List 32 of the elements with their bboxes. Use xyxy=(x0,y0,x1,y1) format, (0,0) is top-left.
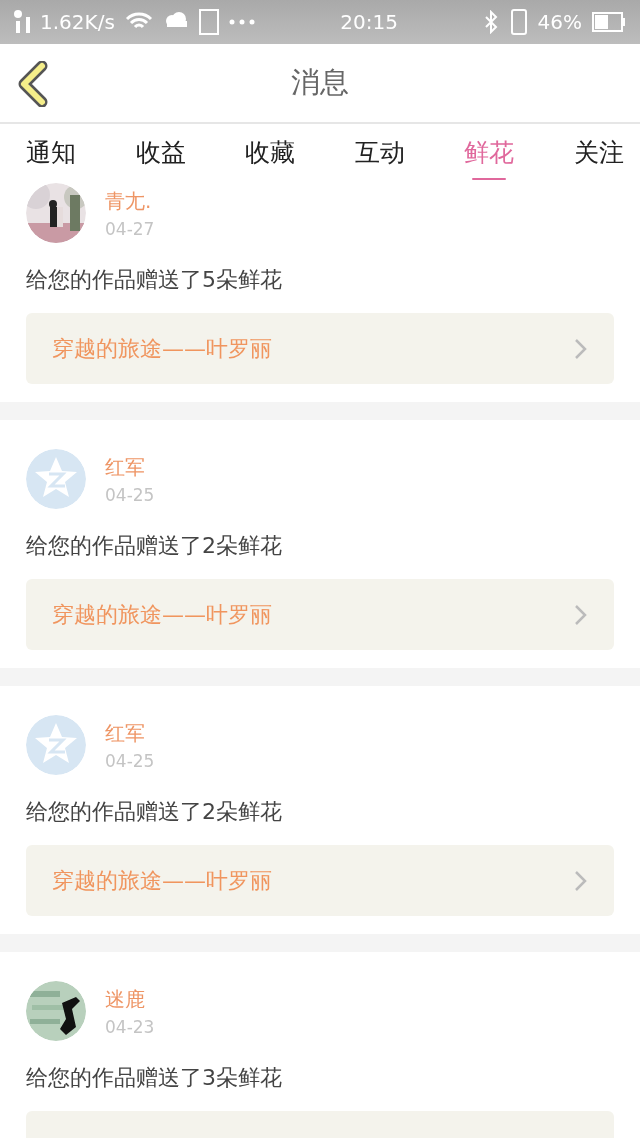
user-name: 迷鹿 xyxy=(105,985,146,1013)
battery-percent: 46% xyxy=(537,10,582,34)
tab[interactable]: 收益 xyxy=(129,124,192,180)
document-icon xyxy=(198,9,219,35)
back-button[interactable] xyxy=(16,61,50,107)
battery-icon xyxy=(592,12,626,32)
page-title: 消息 xyxy=(291,64,349,101)
tab[interactable]: 关注 xyxy=(567,124,630,180)
date: 04-25 xyxy=(105,750,155,771)
tab[interactable]: 通知 xyxy=(20,124,82,180)
user-name: 红军 xyxy=(105,719,146,747)
tab[interactable]: 收藏 xyxy=(239,124,302,180)
chevron-right-icon xyxy=(574,603,588,626)
user-name: 青尢. xyxy=(105,187,153,215)
default-avatar-icon xyxy=(26,449,86,509)
message-text: 给您的作品赠送了5朵鲜花 xyxy=(26,266,283,294)
message-text: 给您的作品赠送了3朵鲜花 xyxy=(26,1064,283,1092)
date: 04-27 xyxy=(105,218,155,239)
chevron-right-icon xyxy=(574,869,588,892)
user-name: 红军 xyxy=(105,453,146,481)
chevron-right-icon xyxy=(574,337,588,360)
clock: 20:15 xyxy=(340,10,398,34)
network-speed: 1.62K/s xyxy=(40,10,115,34)
date: 04-25 xyxy=(105,484,155,505)
signal-icon xyxy=(14,10,30,34)
message-text: 给您的作品赠送了2朵鲜花 xyxy=(26,798,283,826)
message-text: 给您的作品赠送了2朵鲜花 xyxy=(26,532,283,560)
date: 04-23 xyxy=(105,1016,155,1037)
default-avatar-icon xyxy=(26,715,86,775)
more-icon xyxy=(228,19,255,25)
bluetooth-icon xyxy=(483,10,498,34)
tab[interactable]: 互动 xyxy=(348,124,411,180)
